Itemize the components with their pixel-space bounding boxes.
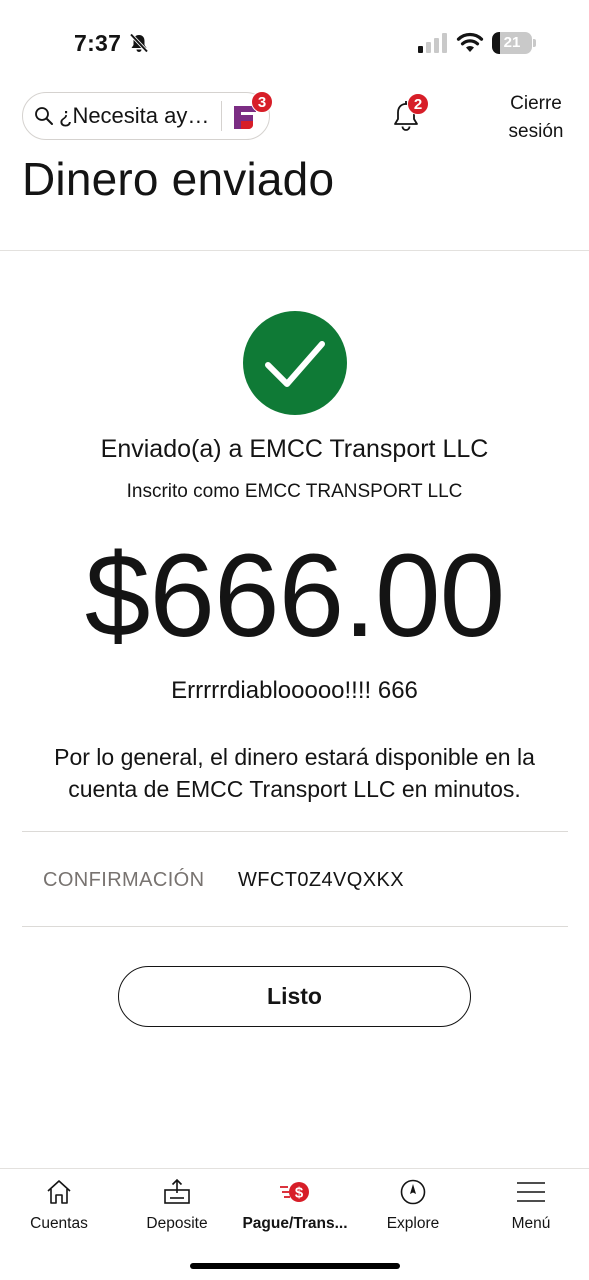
done-button[interactable]: Listo <box>118 966 471 1027</box>
logout-label-line2: sesión <box>508 121 564 142</box>
memo-text: Errrrrdiablooooo!!!! 666 <box>171 677 418 704</box>
availability-note: Por lo general, el dinero estará disponi… <box>54 744 535 802</box>
tab-label: Pague/Trans... <box>242 1215 348 1232</box>
search-input[interactable]: ¿Necesita ay… 3 <box>22 91 273 140</box>
battery-icon: 21 <box>492 32 536 54</box>
svg-text:$: $ <box>295 1185 304 1202</box>
confirmation-label: CONFIRMACIÓN <box>43 869 205 891</box>
confirmation-number: WFCT0Z4VQXKX <box>238 869 404 891</box>
title-divider <box>0 250 589 251</box>
deposit-icon <box>164 1178 190 1204</box>
fargo-badge: 3 <box>251 91 273 113</box>
tab-accounts[interactable]: Cuentas <box>0 1169 118 1249</box>
notifications-badge: 2 <box>407 93 429 115</box>
compass-icon <box>400 1179 426 1205</box>
tab-label: Explore <box>386 1215 440 1232</box>
logout-button[interactable]: Cierre sesión <box>496 90 576 146</box>
enrolled-name-text: Inscrito como EMCC TRANSPORT LLC <box>126 481 463 502</box>
tab-label: Cuentas <box>30 1215 88 1232</box>
tab-menu[interactable]: Menú <box>472 1169 589 1249</box>
tab-label: Deposite <box>146 1215 208 1232</box>
checkmark-icon <box>265 341 325 387</box>
status-time: 7:37 <box>74 30 122 56</box>
search-icon <box>35 107 53 125</box>
home-indicator <box>190 1263 400 1269</box>
tab-deposit[interactable]: Deposite <box>118 1169 236 1249</box>
recipient-text: Enviado(a) a EMCC Transport LLC <box>100 435 489 463</box>
page-title: Dinero enviado <box>22 153 335 205</box>
home-icon <box>47 1180 71 1204</box>
tab-pay-transfer[interactable]: $ Pague/Trans... <box>236 1169 354 1249</box>
divider <box>22 831 568 832</box>
pay-transfer-icon: $ <box>280 1182 309 1202</box>
status-bar: 7:37 21 <box>0 0 589 80</box>
check-circle-icon <box>243 311 347 415</box>
logout-label-line1: Cierre <box>510 93 562 114</box>
tab-label: Menú <box>511 1215 551 1232</box>
bell-slash-icon <box>129 33 149 53</box>
search-placeholder: ¿Necesita ay… <box>59 103 210 128</box>
wifi-icon <box>456 32 484 52</box>
battery-level: 21 <box>503 34 521 51</box>
amount-sent: $666.00 <box>84 530 506 662</box>
hamburger-menu-icon <box>517 1182 545 1202</box>
cellular-signal-icon <box>418 33 447 53</box>
tab-explore[interactable]: Explore <box>354 1169 472 1249</box>
divider <box>22 926 568 927</box>
search-divider <box>221 101 222 131</box>
